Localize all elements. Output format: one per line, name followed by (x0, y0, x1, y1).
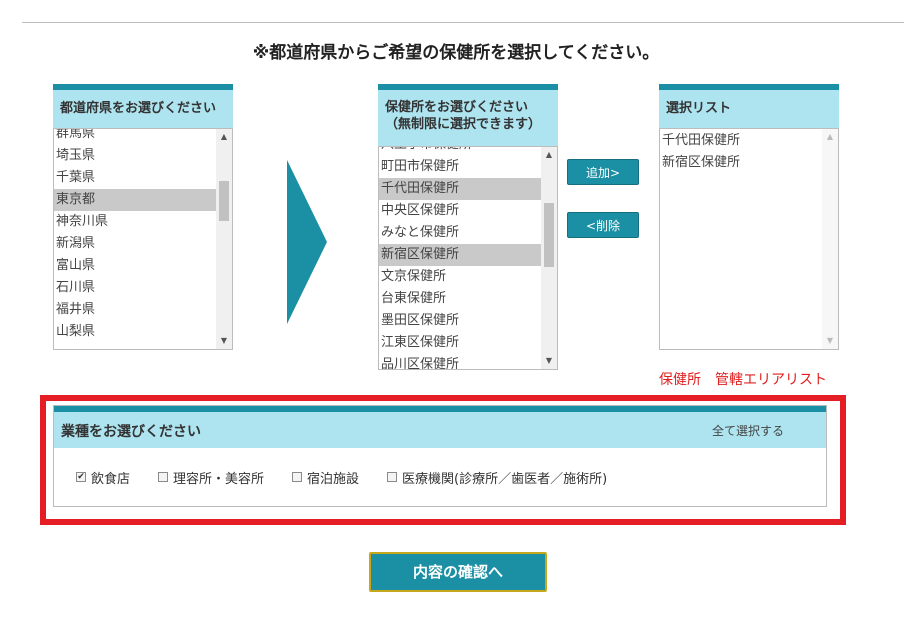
list-item-selected[interactable]: 東京都 (54, 189, 217, 211)
arrow-right-icon (287, 160, 327, 324)
scroll-up-arrow-icon[interactable]: ▲ (822, 129, 838, 145)
health-center-list: 八王子市保健所 町田市保健所 千代田保健所 中央区保健所 みなと保健所 新宿区保… (379, 147, 542, 369)
list-item[interactable]: 八王子市保健所 (379, 147, 542, 156)
checkbox-icon[interactable] (292, 472, 303, 482)
list-item[interactable]: 文京保健所 (379, 266, 542, 288)
list-item[interactable]: 墨田区保健所 (379, 310, 542, 332)
list-item[interactable]: 新潟県 (54, 233, 217, 255)
checkbox-icon[interactable] (158, 472, 169, 482)
industry-panel: 業種をお選びください 全て選択する ✔ 飲食店 理容所・美容所 宿泊施設 医療機… (53, 405, 827, 507)
prefecture-list: 群馬県 埼玉県 千葉県 東京都 神奈川県 新潟県 富山県 石川県 福井県 山梨県 (54, 129, 217, 343)
prefecture-panel-header: 都道府県をお選びください (53, 84, 233, 128)
scroll-down-arrow-icon[interactable]: ▼ (822, 333, 838, 349)
scroll-down-arrow-icon[interactable]: ▼ (541, 353, 557, 369)
top-divider (22, 22, 904, 23)
list-item[interactable]: 山梨県 (54, 321, 217, 343)
list-item[interactable]: みなと保健所 (379, 222, 542, 244)
industry-header: 業種をお選びください 全て選択する (54, 406, 826, 448)
list-item[interactable]: 町田市保健所 (379, 156, 542, 178)
selection-scrollbar[interactable]: ▲ ▼ (822, 129, 838, 349)
health-center-panel: 保健所をお選びください （無制限に選択できます） 八王子市保健所 町田市保健所 … (378, 84, 558, 370)
list-item-selected[interactable]: 新宿区保健所 (379, 244, 542, 266)
confirm-button[interactable]: 内容の確認へ (369, 552, 547, 592)
health-center-header-line2: （無制限に選択できます） (385, 117, 542, 132)
list-item[interactable]: 千代田保健所 (660, 130, 823, 152)
industry-option[interactable]: 理容所・美容所 (158, 468, 264, 487)
checkbox-checked-icon[interactable]: ✔ (76, 472, 86, 482)
industry-option-label: 宿泊施設 (307, 471, 360, 487)
list-item[interactable]: 新宿区保健所 (660, 152, 823, 174)
health-center-scrollbar[interactable]: ▲ ▼ (541, 147, 557, 369)
list-item-selected[interactable]: 千代田保健所 (379, 178, 542, 200)
prefecture-scrollbar[interactable]: ▲ ▼ (216, 129, 232, 349)
industry-option[interactable]: 医療機関(診療所／歯医者／施術所) (387, 468, 607, 487)
scroll-up-arrow-icon[interactable]: ▲ (541, 147, 557, 163)
prefecture-panel: 都道府県をお選びください 群馬県 埼玉県 千葉県 東京都 神奈川県 新潟県 富山… (53, 84, 233, 350)
industry-option[interactable]: 宿泊施設 (292, 468, 359, 487)
list-item[interactable]: 千葉県 (54, 167, 217, 189)
scroll-down-arrow-icon[interactable]: ▼ (216, 333, 232, 349)
industry-header-label: 業種をお選びください (61, 424, 201, 440)
scroll-up-arrow-icon[interactable]: ▲ (216, 129, 232, 145)
list-item[interactable]: 福井県 (54, 299, 217, 321)
health-center-panel-header: 保健所をお選びください （無制限に選択できます） (378, 84, 558, 146)
scroll-thumb[interactable] (544, 203, 554, 267)
add-button[interactable]: 追加> (567, 159, 639, 185)
selection-listbox[interactable]: 千代田保健所 新宿区保健所 ▲ ▼ (659, 128, 839, 350)
select-all-button[interactable]: 全て選択する (712, 422, 784, 439)
prefecture-listbox[interactable]: 群馬県 埼玉県 千葉県 東京都 神奈川県 新潟県 富山県 石川県 福井県 山梨県… (53, 128, 233, 350)
selection-panel: 選択リスト 千代田保健所 新宿区保健所 ▲ ▼ (659, 84, 839, 350)
industry-option-label: 医療機関(診療所／歯医者／施術所) (402, 471, 608, 487)
page-title: ※都道府県からご希望の保健所を選択してください。 (252, 43, 660, 63)
checkbox-icon[interactable] (387, 472, 398, 482)
area-list-link[interactable]: 保健所 管轄エリアリスト (659, 369, 827, 389)
list-item[interactable]: 埼玉県 (54, 145, 217, 167)
list-item[interactable]: 富山県 (54, 255, 217, 277)
list-item[interactable]: 品川区保健所 (379, 354, 542, 369)
remove-button[interactable]: <削除 (567, 212, 639, 238)
list-item[interactable]: 神奈川県 (54, 211, 217, 233)
industry-option[interactable]: ✔ 飲食店 (76, 468, 130, 487)
industry-option-label: 飲食店 (91, 471, 131, 487)
industry-option-label: 理容所・美容所 (173, 471, 265, 487)
list-item[interactable]: 中央区保健所 (379, 200, 542, 222)
list-item[interactable]: 群馬県 (54, 129, 217, 145)
list-item[interactable]: 石川県 (54, 277, 217, 299)
health-center-header-line1: 保健所をお選びください (385, 100, 529, 115)
selection-list: 千代田保健所 新宿区保健所 (660, 130, 823, 174)
list-item[interactable]: 台東保健所 (379, 288, 542, 310)
selection-panel-header: 選択リスト (659, 84, 839, 128)
industry-options: ✔ 飲食店 理容所・美容所 宿泊施設 医療機関(診療所／歯医者／施術所) (76, 468, 635, 487)
health-center-listbox[interactable]: 八王子市保健所 町田市保健所 千代田保健所 中央区保健所 みなと保健所 新宿区保… (378, 146, 558, 370)
scroll-thumb[interactable] (219, 181, 229, 221)
list-item[interactable]: 江東区保健所 (379, 332, 542, 354)
